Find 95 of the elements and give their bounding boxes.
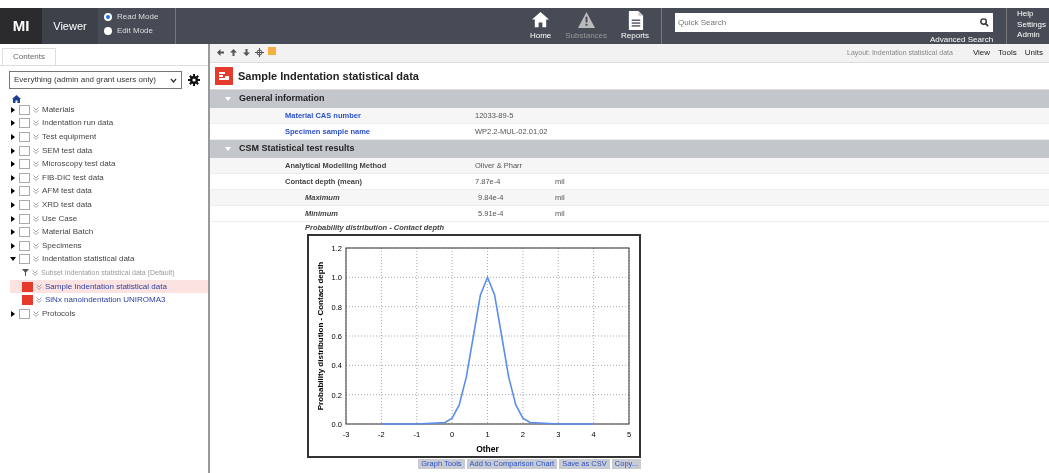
chevron-icon <box>36 297 42 304</box>
settings-icon[interactable] <box>188 74 200 86</box>
radio-label[interactable]: Edit Mode <box>117 25 154 37</box>
header-link[interactable]: Help <box>1017 9 1046 20</box>
expander-icon[interactable] <box>10 201 16 208</box>
axis-title: Probability distribution - Contact depth <box>316 261 325 411</box>
tree-item[interactable]: FIB-DIC test data <box>42 171 104 184</box>
advanced-search-link[interactable]: Advanced Search <box>929 35 994 44</box>
radio-button[interactable] <box>104 27 112 35</box>
expander-icon[interactable] <box>10 106 16 113</box>
table-icon <box>19 240 30 251</box>
chevron-icon <box>33 310 39 317</box>
table-icon <box>19 104 30 115</box>
expander-icon[interactable] <box>10 147 16 154</box>
table-icon <box>19 254 30 265</box>
chevron-icon <box>33 147 39 154</box>
tree-item[interactable]: Material Batch <box>42 226 94 239</box>
chevron-icon <box>33 242 39 249</box>
contents-tab[interactable]: Contents <box>2 48 57 65</box>
chevron-icon <box>33 215 39 222</box>
up-arrow-icon[interactable] <box>229 48 238 58</box>
crosshair-icon[interactable] <box>255 48 264 58</box>
app-name: Viewer <box>42 8 98 44</box>
menu-item[interactable]: Tools <box>998 47 1017 59</box>
nav-button[interactable]: Reports <box>621 10 650 42</box>
table-icon <box>19 227 30 238</box>
menu-item[interactable]: View <box>972 47 991 59</box>
chevron-icon <box>33 120 39 127</box>
chevron-icon <box>33 201 39 208</box>
table-icon <box>19 213 30 224</box>
expander-icon[interactable] <box>10 215 16 222</box>
radio-label[interactable]: Read Mode <box>117 11 159 23</box>
tree-item[interactable]: Protocols <box>42 307 76 320</box>
record-icon <box>215 67 233 85</box>
tree-item[interactable]: Indentation run data <box>42 117 114 130</box>
header-link[interactable]: Settings <box>1017 19 1046 30</box>
home-icon[interactable] <box>12 94 21 103</box>
expander-icon[interactable] <box>10 174 16 181</box>
table-icon <box>19 199 30 210</box>
tree-item[interactable]: XRD test data <box>42 198 92 211</box>
nav-button[interactable]: Home <box>529 10 552 42</box>
menu-item[interactable]: Units <box>1024 47 1043 59</box>
chevron-icon <box>33 106 39 113</box>
down-arrow-icon[interactable] <box>242 48 251 58</box>
chevron-icon <box>33 134 39 140</box>
chevron-icon <box>33 161 39 168</box>
record-icon <box>22 281 33 292</box>
expander-icon[interactable] <box>10 188 16 195</box>
tree-item[interactable]: SEM test data <box>42 144 93 157</box>
table-icon <box>19 145 30 156</box>
search-field[interactable]: Quick Search <box>675 13 994 32</box>
expander-icon[interactable] <box>10 229 16 236</box>
search-icon[interactable] <box>980 18 990 27</box>
chevron-icon <box>36 283 42 290</box>
table-icon <box>19 132 30 142</box>
back-icon[interactable] <box>216 48 225 58</box>
expander-icon[interactable] <box>10 134 16 140</box>
table-icon <box>19 159 30 170</box>
collapse-icon <box>225 147 231 151</box>
radio-button[interactable] <box>104 13 112 21</box>
chevron-icon <box>33 188 39 195</box>
chevron-icon <box>33 229 39 236</box>
tree-item[interactable]: Test equipment <box>42 131 97 143</box>
table-icon <box>19 308 30 319</box>
chevron-icon <box>33 174 39 181</box>
expander-icon[interactable] <box>10 120 16 127</box>
expander-icon[interactable] <box>10 161 16 168</box>
section-header[interactable]: CSM Statistical test results <box>210 140 1049 158</box>
collapse-icon <box>225 97 231 101</box>
section-header[interactable]: General information <box>210 90 1049 108</box>
caret-icon <box>170 77 177 83</box>
app-logo: MI <box>0 8 42 44</box>
table-icon <box>19 186 30 197</box>
table-icon <box>19 118 30 129</box>
tree-item[interactable]: Indentation statistical data <box>42 253 135 266</box>
tree-item[interactable]: Specimens <box>42 239 82 252</box>
tree-item[interactable]: Materials <box>42 103 75 116</box>
filter-icon <box>22 269 29 277</box>
tree-item[interactable]: Sample Indentation statistical data <box>10 279 208 294</box>
record-icon <box>22 295 33 306</box>
tree-item[interactable]: Microscopy test data <box>42 158 116 171</box>
chevron-icon <box>33 256 39 263</box>
axis-title: Other <box>476 444 499 454</box>
expander-icon[interactable] <box>10 256 16 263</box>
record-title: Sample Indentation statistical data <box>238 68 419 84</box>
table-icon <box>19 172 30 183</box>
expander-icon[interactable] <box>10 242 16 249</box>
expander-icon[interactable] <box>10 310 16 317</box>
home-icon <box>531 10 551 30</box>
tree-item[interactable]: Use Case <box>42 212 78 225</box>
filter-dropdown[interactable]: Everything (admin and grant users only) <box>9 71 182 89</box>
tree-item[interactable]: AFM test data <box>42 185 92 198</box>
header-link[interactable]: Admin <box>1017 30 1046 41</box>
tree-item[interactable]: SiNx nanoindentation UNIROMA3 <box>10 293 208 307</box>
chevron-icon <box>32 269 38 276</box>
